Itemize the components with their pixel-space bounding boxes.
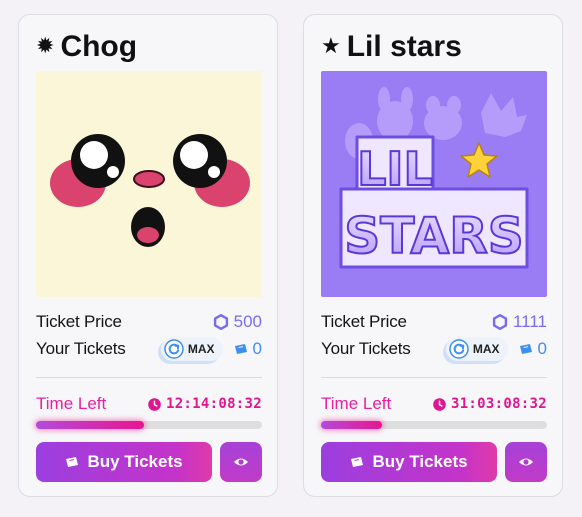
star-icon: ★ — [321, 34, 341, 59]
time-progress-bar — [321, 421, 547, 429]
time-left-row: Time Left 31:03:08:32 — [321, 392, 547, 416]
eye-icon — [519, 458, 533, 466]
logo-text-lil: LIL — [357, 142, 433, 196]
ticket-price-value: 1111 — [512, 312, 547, 331]
time-progress-fill — [36, 421, 145, 429]
ticket-icon — [234, 344, 247, 354]
card-title-row: ★ Lil stars — [321, 29, 462, 65]
hexagon-token-icon — [213, 314, 228, 330]
divider — [36, 377, 262, 378]
collection-artwork[interactable] — [36, 71, 262, 297]
raffle-card-lil-stars: ★ Lil stars LIL STARS Ticket Price 1111 … — [303, 14, 563, 497]
ticket-price-row: Ticket Price 500 — [36, 310, 262, 334]
your-tickets-label: Your Tickets — [36, 339, 126, 358]
ticket-icon — [66, 457, 79, 467]
card-title-row: ✹ Chog — [36, 29, 137, 65]
card-title: Chog — [60, 30, 138, 63]
mascot-icon: ✹ — [36, 34, 55, 59]
buy-tickets-button[interactable]: Buy Tickets — [321, 442, 497, 482]
logo-text-stars: STARS — [344, 207, 523, 265]
ticket-price-value: 500 — [233, 312, 262, 331]
clock-icon — [148, 397, 161, 411]
max-label: MAX — [472, 342, 500, 356]
collection-artwork[interactable]: LIL STARS — [321, 71, 547, 297]
time-left-value: 31:03:08:32 — [450, 396, 547, 412]
your-tickets-row: Your Tickets MAX 0 — [36, 337, 262, 361]
time-left-label: Time Left — [36, 394, 107, 413]
refresh-icon — [164, 339, 184, 359]
buy-tickets-button[interactable]: Buy Tickets — [36, 442, 212, 482]
view-button[interactable] — [505, 442, 547, 482]
card-title: Lil stars — [346, 30, 462, 63]
time-progress-fill — [321, 421, 383, 429]
refresh-icon — [449, 339, 469, 359]
max-button[interactable]: MAX — [445, 337, 508, 361]
time-left-row: Time Left 12:14:08:32 — [36, 392, 262, 416]
max-button[interactable]: MAX — [160, 337, 223, 361]
clock-icon — [433, 397, 446, 411]
ticket-icon — [351, 457, 364, 467]
buy-tickets-label: Buy Tickets — [87, 452, 183, 471]
hexagon-token-icon — [492, 314, 508, 330]
ticket-price-label: Ticket Price — [321, 312, 407, 331]
your-tickets-row: Your Tickets MAX 0 — [321, 337, 547, 361]
ticket-icon — [519, 344, 532, 354]
time-left-label: Time Left — [321, 394, 392, 413]
buy-tickets-label: Buy Tickets — [372, 452, 468, 471]
your-tickets-value: 0 — [252, 339, 262, 358]
ticket-price-row: Ticket Price 1111 — [321, 310, 547, 334]
divider — [321, 377, 547, 378]
time-left-value: 12:14:08:32 — [165, 396, 262, 412]
ticket-price-label: Ticket Price — [36, 312, 122, 331]
your-tickets-label: Your Tickets — [321, 339, 411, 358]
time-progress-bar — [36, 421, 262, 429]
raffle-card-chog: ✹ Chog Ticket Price 500 Your Tickets MAX… — [18, 14, 278, 497]
eye-icon — [234, 458, 248, 466]
your-tickets-value: 0 — [537, 339, 547, 358]
max-label: MAX — [187, 342, 215, 356]
view-button[interactable] — [220, 442, 262, 482]
